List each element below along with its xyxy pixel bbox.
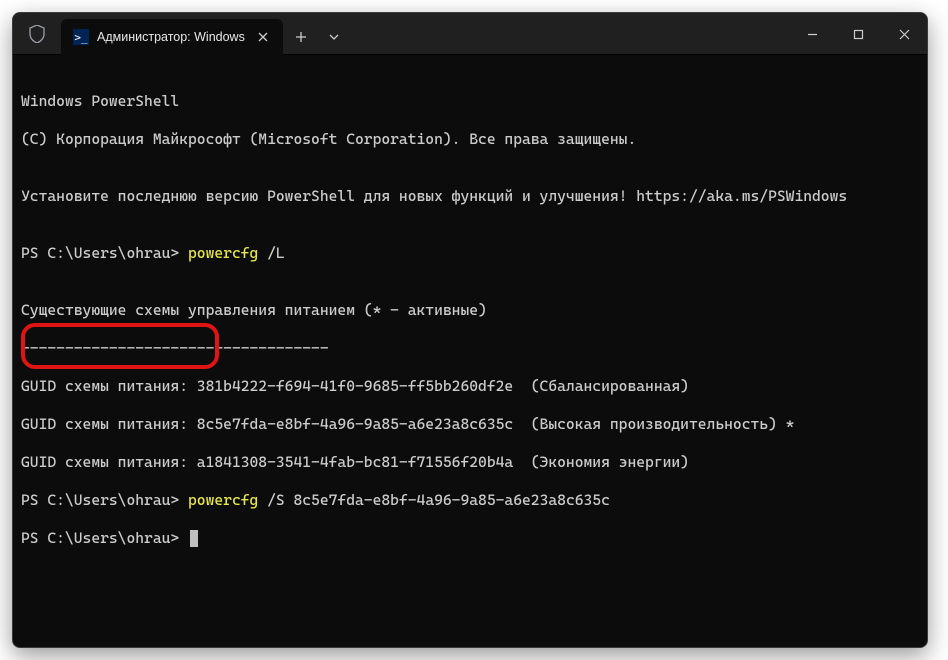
- output-line: Существующие схемы управления питанием (…: [21, 301, 919, 320]
- prompt-prefix: PS C:\Users\ohrau>: [21, 491, 188, 509]
- prompt-prefix: PS C:\Users\ohrau>: [21, 529, 188, 547]
- output-line: GUID схемы питания: a1841308-3541-4fab-b…: [21, 453, 919, 472]
- output-line: Установите последнюю версию PowerShell д…: [21, 187, 919, 206]
- active-tab[interactable]: >_ Администратор: Windows Po: [61, 19, 283, 55]
- command-arg: /S 8c5e7fda-e8bf-4a96-9a85-a6e23a8c635c: [267, 491, 610, 509]
- output-line: GUID схемы питания: 8c5e7fda-e8bf-4a96-9…: [21, 415, 919, 434]
- output-line: (C) Корпорация Майкрософт (Microsoft Cor…: [21, 130, 919, 149]
- text-cursor: [190, 530, 198, 547]
- titlebar-drag-area[interactable]: [349, 13, 789, 54]
- tab-close-button[interactable]: [253, 27, 273, 47]
- minimize-button[interactable]: [789, 13, 835, 55]
- titlebar[interactable]: >_ Администратор: Windows Po: [13, 13, 927, 55]
- prompt-line: PS C:\Users\ohrau>: [21, 529, 919, 548]
- terminal-window: >_ Администратор: Windows Po Windows Pow…: [12, 12, 928, 648]
- terminal-output[interactable]: Windows PowerShell (C) Корпорация Майкро…: [13, 55, 927, 647]
- maximize-button[interactable]: [835, 13, 881, 55]
- command-text: powercfg: [188, 244, 267, 262]
- output-line: Windows PowerShell: [21, 92, 919, 111]
- new-tab-button[interactable]: [283, 19, 319, 55]
- prompt-prefix: PS C:\Users\ohrau>: [21, 244, 188, 262]
- window-controls: [789, 13, 927, 54]
- command-text: powercfg: [188, 491, 267, 509]
- admin-shield-icon: [13, 13, 61, 54]
- tab-dropdown-button[interactable]: [319, 19, 349, 55]
- command-arg: /L: [267, 244, 285, 262]
- powershell-icon: >_: [73, 29, 89, 45]
- prompt-line: PS C:\Users\ohrau> powercfg /S 8c5e7fda-…: [21, 491, 919, 510]
- prompt-line: PS C:\Users\ohrau> powercfg /L: [21, 244, 919, 263]
- tab-title: Администратор: Windows Po: [97, 30, 245, 44]
- output-line: -----------------------------------: [21, 339, 919, 358]
- output-line: GUID схемы питания: 381b4222-f694-41f0-9…: [21, 377, 919, 396]
- window-close-button[interactable]: [881, 13, 927, 55]
